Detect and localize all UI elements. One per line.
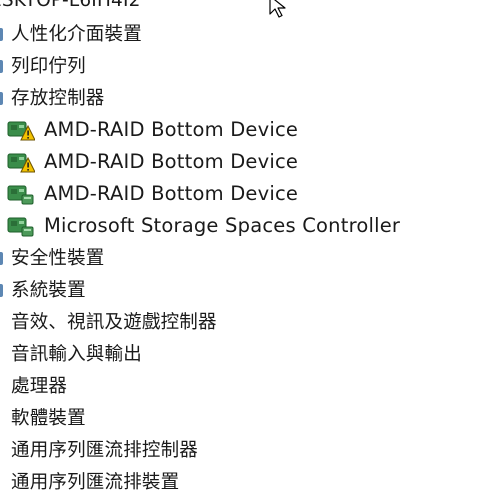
tree-item-label: Microsoft Storage Spaces Controller [44,213,401,237]
storage-controller-icon [7,185,34,205]
tree-item-label: 音訊輸入與輸出 [11,344,142,365]
tree-item-label: 人性化介面裝置 [11,24,142,45]
category-icon [0,92,3,105]
storage-controller-warning-icon [7,121,35,141]
tree-item-label: 音效、視訊及遊戲控制器 [11,312,217,333]
tree-item-label: 系統裝置 [11,280,86,301]
tree-item-label: AMD-RAID Bottom Device [44,117,299,141]
tree-item-software-devices[interactable]: 軟體裝置 [0,401,500,433]
tree-item-amd-raid-bottom-device[interactable]: AMD-RAID Bottom Device [0,113,500,145]
tree-item-usb-controllers[interactable]: 通用序列匯流排控制器 [0,433,500,465]
tree-item-label: 安全性裝置 [11,248,105,269]
storage-controller-warning-icon [7,153,35,173]
category-icon [0,60,3,73]
tree-root-computer[interactable]: ESKTOP-L6IH4I2 [0,0,500,16]
tree-item-label: AMD-RAID Bottom Device [44,149,299,173]
tree-item-amd-raid-bottom-device[interactable]: AMD-RAID Bottom Device [0,177,500,209]
tree-item-label: 存放控制器 [11,88,105,109]
tree-item-system-devices[interactable]: 系統裝置 [0,273,500,305]
mouse-pointer-icon [269,0,286,18]
tree-item-usb-devices[interactable]: 通用序列匯流排裝置 [0,465,500,497]
category-icon [0,252,3,265]
category-icon [0,284,3,297]
storage-controller-icon [7,217,34,237]
category-icon [0,28,3,41]
tree-item-microsoft-storage-spaces-controller[interactable]: Microsoft Storage Spaces Controller [0,209,500,241]
tree-item-print-queues[interactable]: 列印佇列 [0,49,500,81]
computer-name-label: ESKTOP-L6IH4I2 [0,0,141,11]
tree-item-label: 通用序列匯流排控制器 [11,440,199,461]
tree-item-label: 處理器 [11,376,68,397]
tree-item-label: 列印佇列 [11,56,86,77]
tree-item-processors[interactable]: 處理器 [0,369,500,401]
tree-item-security-devices[interactable]: 安全性裝置 [0,241,500,273]
tree-item-label: AMD-RAID Bottom Device [44,181,299,205]
tree-item-audio-inputs-outputs[interactable]: 音訊輸入與輸出 [0,337,500,369]
tree-item-human-interface-devices[interactable]: 人性化介面裝置 [0,17,500,49]
tree-item-label: 軟體裝置 [11,408,86,429]
tree-item-storage-controllers[interactable]: 存放控制器 [0,81,500,113]
tree-item-amd-raid-bottom-device[interactable]: AMD-RAID Bottom Device [0,145,500,177]
device-tree: ESKTOP-L6IH4I2 人性化介面裝置 列印佇列 存放控制器 AMD-RA… [0,0,500,500]
tree-item-sound-video-game-controllers[interactable]: 音效、視訊及遊戲控制器 [0,305,500,337]
tree-item-label: 通用序列匯流排裝置 [11,472,180,493]
